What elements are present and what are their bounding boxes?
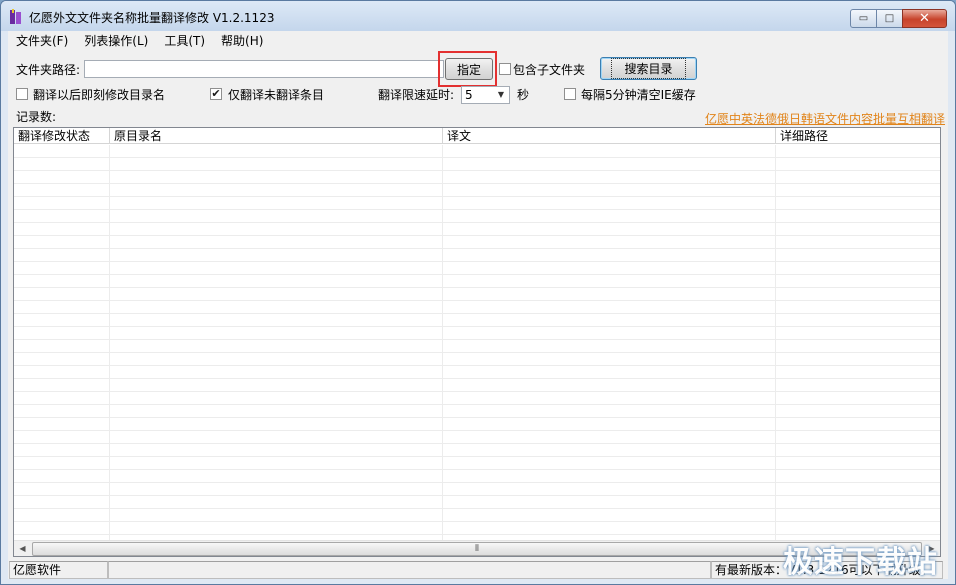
window-title: 亿愿外文文件夹名称批量翻译修改 V1.2.1123	[29, 11, 275, 25]
modify-after-translate-checkbox[interactable]	[16, 88, 28, 100]
delay-unit: 秒	[517, 88, 530, 102]
menu-bar: 文件夹(F) 列表操作(L) 工具(T) 帮助(H)	[8, 31, 948, 51]
delay-select[interactable]: 5 ▼	[461, 86, 510, 104]
only-untranslated-checkbox[interactable]: ✔	[210, 88, 222, 100]
client-area: 文件夹(F) 列表操作(L) 工具(T) 帮助(H) 文件夹路径: 指定 包含子…	[8, 31, 948, 579]
modify-after-translate-label: 翻译以后即刻修改目录名	[33, 88, 166, 102]
menu-folder[interactable]: 文件夹(F)	[8, 31, 76, 51]
column-divider	[109, 145, 110, 540]
specify-button[interactable]: 指定	[445, 58, 493, 80]
column-divider	[775, 145, 776, 540]
include-subfolders-label: 包含子文件夹	[513, 63, 586, 77]
status-company: 亿愿软件	[9, 561, 108, 579]
clear-ie-cache-checkbox[interactable]	[564, 88, 576, 100]
column-divider	[442, 145, 443, 540]
app-window: 亿愿外文文件夹名称批量翻译修改 V1.2.1123 ▭ □ ✕ 文件夹(F) 列…	[0, 0, 956, 585]
watermark: 极速下载站	[783, 545, 938, 580]
list-header: 翻译修改状态 原目录名 译文 详细路径	[14, 128, 940, 144]
delay-value: 5	[465, 88, 473, 102]
column-header-original-name[interactable]: 原目录名	[110, 128, 443, 144]
record-count-label: 记录数:	[16, 110, 57, 124]
status-middle	[108, 561, 711, 579]
folder-path-label: 文件夹路径:	[16, 63, 81, 77]
search-directory-label: 搜索目录	[611, 58, 686, 79]
caption-buttons: ▭ □ ✕	[850, 9, 947, 28]
close-button[interactable]: ✕	[902, 9, 947, 28]
include-subfolders-checkbox[interactable]	[499, 63, 511, 75]
column-header-translation[interactable]: 译文	[443, 128, 776, 144]
promo-link[interactable]: 亿愿中英法德俄日韩语文件内容批量互相翻译	[705, 110, 945, 127]
chevron-down-icon[interactable]: ▼	[494, 88, 508, 102]
menu-list-ops[interactable]: 列表操作(L)	[76, 31, 156, 51]
list-body[interactable]	[14, 145, 940, 540]
app-icon	[10, 9, 21, 24]
title-bar[interactable]: 亿愿外文文件夹名称批量翻译修改 V1.2.1123 ▭ □ ✕	[1, 1, 955, 31]
column-header-status[interactable]: 翻译修改状态	[14, 128, 110, 144]
scroll-left-icon[interactable]: ◀	[14, 541, 31, 556]
clear-ie-cache-label: 每隔5分钟清空IE缓存	[581, 88, 696, 102]
column-header-path[interactable]: 详细路径	[776, 128, 940, 144]
only-untranslated-label: 仅翻译未翻译条目	[228, 88, 325, 102]
delay-label: 翻译限速延时:	[378, 88, 455, 102]
directory-list[interactable]: 翻译修改状态 原目录名 译文 详细路径 ◀ ⦀ ▶	[13, 127, 941, 557]
minimize-button[interactable]: ▭	[850, 9, 877, 28]
menu-help[interactable]: 帮助(H)	[213, 31, 271, 51]
menu-tools[interactable]: 工具(T)	[156, 31, 213, 51]
folder-path-input[interactable]	[84, 60, 444, 78]
maximize-button[interactable]: □	[876, 9, 903, 28]
search-directory-button[interactable]: 搜索目录	[600, 57, 697, 80]
